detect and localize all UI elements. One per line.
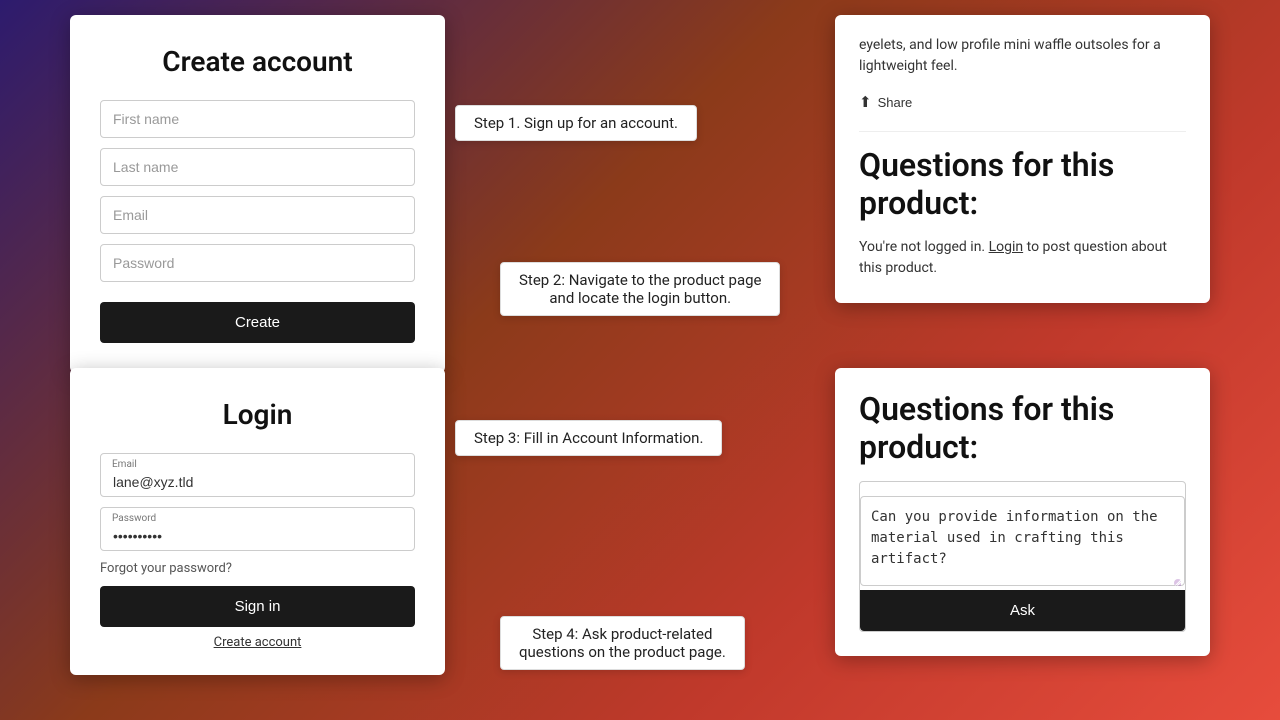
login-title: Login xyxy=(100,398,415,431)
email-input[interactable] xyxy=(100,196,415,234)
share-button[interactable]: ⬆ Share xyxy=(859,93,912,111)
create-account-title: Create account xyxy=(100,45,415,78)
step3-bubble: Step 3: Fill in Account Information. xyxy=(455,420,722,456)
product-bottom-card: Questions for this product: Can you prov… xyxy=(835,368,1210,656)
last-name-input[interactable] xyxy=(100,148,415,186)
not-logged-prefix: You're not logged in. xyxy=(859,239,985,255)
create-account-card: Create account Create xyxy=(70,15,445,373)
create-account-link[interactable]: Create account xyxy=(100,635,415,650)
step2-bubble: Step 2: Navigate to the product pageand … xyxy=(500,262,780,316)
step4-bubble: Step 4: Ask product-relatedquestions on … xyxy=(500,616,745,670)
first-name-input[interactable] xyxy=(100,100,415,138)
create-button[interactable]: Create xyxy=(100,302,415,343)
question-textarea[interactable]: Can you provide information on the mater… xyxy=(860,496,1185,586)
product-description: eyelets, and low profile mini waffle out… xyxy=(859,35,1186,77)
login-email-input[interactable] xyxy=(100,453,415,497)
product-top-card: eyelets, and low profile mini waffle out… xyxy=(835,15,1210,303)
login-password-input[interactable] xyxy=(100,507,415,551)
textarea-wrapper: Can you provide information on the mater… xyxy=(860,496,1185,590)
step1-text: Step 1. Sign up for an account. xyxy=(474,114,678,132)
ask-button[interactable]: Ask xyxy=(860,590,1185,631)
questions-title-bottom: Questions for this product: xyxy=(859,390,1186,467)
login-card: Login Email Password Forgot your passwor… xyxy=(70,368,445,675)
step3-text: Step 3: Fill in Account Information. xyxy=(474,429,703,447)
password-input[interactable] xyxy=(100,244,415,282)
share-icon: ⬆ xyxy=(859,93,872,111)
step4-text: Step 4: Ask product-relatedquestions on … xyxy=(519,625,726,661)
not-logged-text: You're not logged in. Login to post ques… xyxy=(859,237,1186,279)
question-box: Can you provide information on the mater… xyxy=(859,481,1186,632)
password-input-group: Password xyxy=(100,507,415,551)
questions-title-top: Questions for this product: xyxy=(859,146,1186,223)
email-input-group: Email xyxy=(100,453,415,497)
divider xyxy=(859,131,1186,132)
login-link[interactable]: Login xyxy=(989,239,1024,255)
sign-in-button[interactable]: Sign in xyxy=(100,586,415,627)
resize-icon xyxy=(1167,572,1181,586)
forgot-password-link[interactable]: Forgot your password? xyxy=(100,561,415,576)
share-label: Share xyxy=(878,95,913,110)
step1-bubble: Step 1. Sign up for an account. xyxy=(455,105,697,141)
step2-text: Step 2: Navigate to the product pageand … xyxy=(519,271,761,307)
